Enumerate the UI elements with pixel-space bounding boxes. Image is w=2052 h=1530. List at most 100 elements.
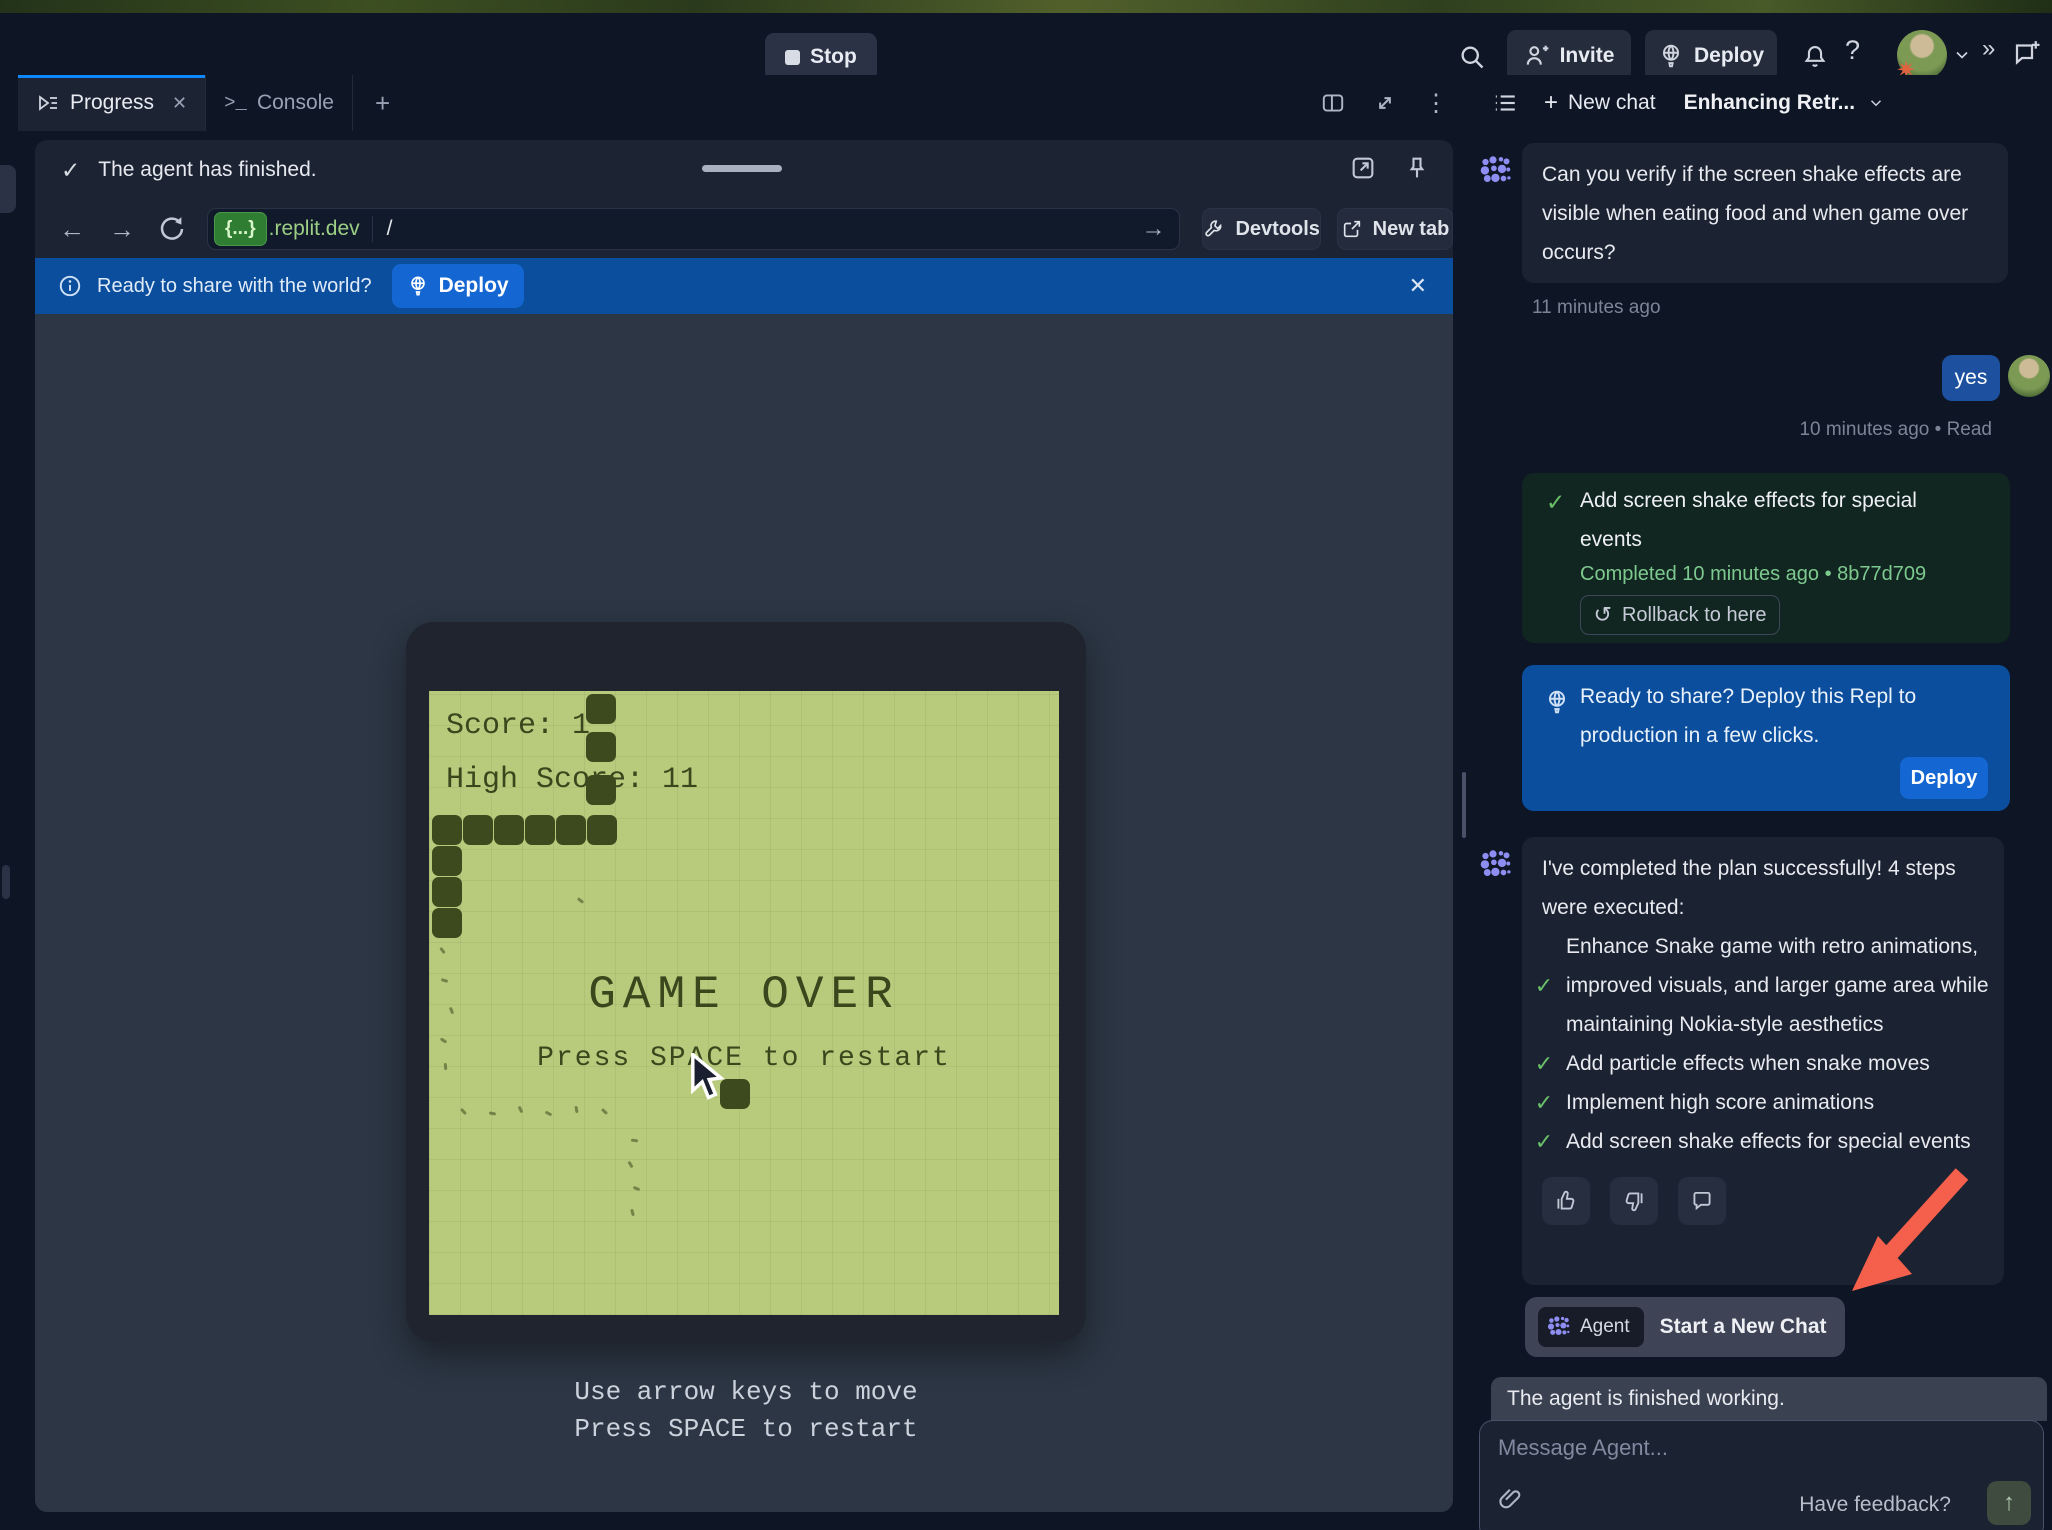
user-message-meta: 10 minutes ago • Read xyxy=(1470,419,1992,441)
message-input-box[interactable]: Have feedback? ↑ xyxy=(1479,1420,2044,1530)
webview-pane: ✓ The agent has finished. ← → {...} .rep… xyxy=(35,140,1453,1512)
tab-close-icon[interactable]: ✕ xyxy=(172,93,187,114)
forward-icon[interactable]: → xyxy=(109,214,135,245)
snake-segment xyxy=(494,815,524,845)
thumbs-down-button[interactable] xyxy=(1610,1177,1658,1225)
stop-label: Stop xyxy=(810,45,857,69)
chat-title-chevron-icon[interactable] xyxy=(1867,94,1885,112)
url-go-icon[interactable]: → xyxy=(1141,215,1165,243)
lcd-screen[interactable]: Score: 1 High Score: 11 GAME OVER Press … xyxy=(429,691,1059,1315)
chat-header: + New chat Enhancing Retr... xyxy=(1470,75,2052,131)
rollback-button[interactable]: ↺ Rollback to here xyxy=(1580,595,1780,635)
have-feedback-link[interactable]: Have feedback? xyxy=(1799,1493,1951,1517)
url-subdomain-badge[interactable]: {...} xyxy=(214,212,267,246)
message-input[interactable] xyxy=(1498,1435,2018,1461)
panel-resize-handle[interactable] xyxy=(1462,772,1466,838)
help-icon[interactable]: ? xyxy=(1845,35,1881,75)
devtools-label: Devtools xyxy=(1235,218,1319,241)
restart-text: Press SPACE to restart xyxy=(429,1043,1059,1074)
particle-dot xyxy=(439,947,446,954)
new-message-icon[interactable] xyxy=(2012,38,2042,68)
particle-dot xyxy=(630,1209,635,1217)
agent-message: Can you verify if the screen shake effec… xyxy=(1522,143,2008,283)
stop-button[interactable]: Stop xyxy=(765,33,877,81)
banner-close-icon[interactable]: ✕ xyxy=(1409,273,1427,299)
user-message-avatar xyxy=(2008,355,2050,397)
step-check-icon: ✓ xyxy=(1522,966,1566,1005)
banner-text: Ready to share with the world? xyxy=(97,275,372,298)
snake-segment xyxy=(432,877,462,907)
start-new-chat-label: Start a New Chat xyxy=(1660,1315,1827,1339)
snake-segment xyxy=(556,815,586,845)
banner-deploy-button[interactable]: Deploy xyxy=(392,264,524,308)
start-new-chat-button[interactable]: Agent Start a New Chat xyxy=(1525,1297,1845,1357)
annotation-arrow xyxy=(1850,1160,1980,1295)
agent-finished-toast: The agent is finished working. xyxy=(1491,1377,2047,1421)
drag-handle[interactable] xyxy=(702,165,782,172)
send-button[interactable]: ↑ xyxy=(1987,1481,2031,1525)
pane-tabbar: Progress ✕ >_ Console + ⋮ xyxy=(18,75,1458,131)
open-external-icon[interactable] xyxy=(1349,154,1377,182)
agent-avatar xyxy=(1478,847,1514,883)
webview-content: Score: 1 High Score: 11 GAME OVER Press … xyxy=(35,314,1453,1512)
expand-pane-icon[interactable] xyxy=(1372,90,1398,116)
snake-segment xyxy=(586,694,616,724)
overflow-chevrons[interactable]: » xyxy=(1982,35,1993,63)
agent-chip: Agent xyxy=(1538,1307,1644,1347)
deploy-promo-button[interactable]: Deploy xyxy=(1900,757,1988,799)
search-icon[interactable] xyxy=(1452,37,1492,77)
back-icon[interactable]: ← xyxy=(59,214,85,245)
status-check-icon: ✓ xyxy=(61,157,80,184)
pin-icon[interactable] xyxy=(1403,154,1431,182)
sidebar-resize-handle[interactable] xyxy=(2,865,10,899)
game-hints: Use arrow keys to move Press SPACE to re… xyxy=(406,1374,1086,1448)
info-icon xyxy=(57,273,83,299)
sidebar-collapsed-notch[interactable] xyxy=(0,165,16,213)
step-check-icon: ✓ xyxy=(1522,1122,1566,1161)
step-check-icon: ✓ xyxy=(1522,1044,1566,1083)
add-tab-button[interactable]: + xyxy=(353,75,412,131)
hint-line-1: Use arrow keys to move xyxy=(406,1374,1086,1411)
account-chevron-down-icon[interactable] xyxy=(1952,45,1972,65)
new-chat-button[interactable]: + New chat xyxy=(1544,89,1656,117)
chat-list-icon[interactable] xyxy=(1492,90,1518,116)
undo-icon: ↺ xyxy=(1594,605,1612,625)
particle-dot xyxy=(444,1063,448,1070)
pane-menu-kebab-icon[interactable]: ⋮ xyxy=(1424,89,1448,118)
chat-title[interactable]: Enhancing Retr... xyxy=(1684,91,1856,115)
rollback-label: Rollback to here xyxy=(1622,604,1767,627)
wrench-icon xyxy=(1203,218,1225,240)
newtab-label: New tab xyxy=(1373,218,1450,241)
tab-console[interactable]: >_ Console xyxy=(206,75,353,131)
newtab-button[interactable]: New tab xyxy=(1337,208,1453,250)
comment-button[interactable] xyxy=(1678,1177,1726,1225)
snake-segment xyxy=(432,815,462,845)
agent-chip-label: Agent xyxy=(1580,1316,1630,1338)
deploy-balloon-icon xyxy=(1544,689,1570,715)
task-meta: Completed 10 minutes ago • 8b77d709 xyxy=(1580,563,1926,586)
notifications-bell-icon[interactable] xyxy=(1795,37,1835,77)
step-text: Enhance Snake game with retro animations… xyxy=(1566,927,1990,1044)
tab-progress[interactable]: Progress ✕ xyxy=(18,75,206,131)
snake-segment xyxy=(587,815,617,845)
url-bar[interactable]: {...} .replit.dev / → xyxy=(207,208,1180,250)
agent-status-text: The agent has finished. xyxy=(98,158,316,182)
particle-dot xyxy=(460,1108,467,1115)
browser-toolbar: ← → {...} .replit.dev / → Devtools New t… xyxy=(35,200,1453,258)
particle-dot xyxy=(577,897,584,904)
tab-console-label: Console xyxy=(257,91,334,115)
plan-step: ✓ Add screen shake effects for special e… xyxy=(1522,1122,2004,1161)
snake-segment xyxy=(586,732,616,762)
devtools-button[interactable]: Devtools xyxy=(1202,208,1320,250)
step-text: Add screen shake effects for special eve… xyxy=(1566,1122,1990,1161)
refresh-icon[interactable] xyxy=(157,214,187,244)
url-divider xyxy=(372,216,373,242)
attach-paperclip-icon[interactable] xyxy=(1496,1485,1524,1513)
split-pane-icon[interactable] xyxy=(1320,90,1346,116)
left-rail xyxy=(0,75,18,1530)
step-check-icon: ✓ xyxy=(1522,1083,1566,1122)
external-link-icon xyxy=(1341,218,1363,240)
deploy-banner: Ready to share with the world? Deploy ✕ xyxy=(35,258,1453,314)
thumbs-up-button[interactable] xyxy=(1542,1177,1590,1225)
task-check-icon: ✓ xyxy=(1546,489,1565,516)
